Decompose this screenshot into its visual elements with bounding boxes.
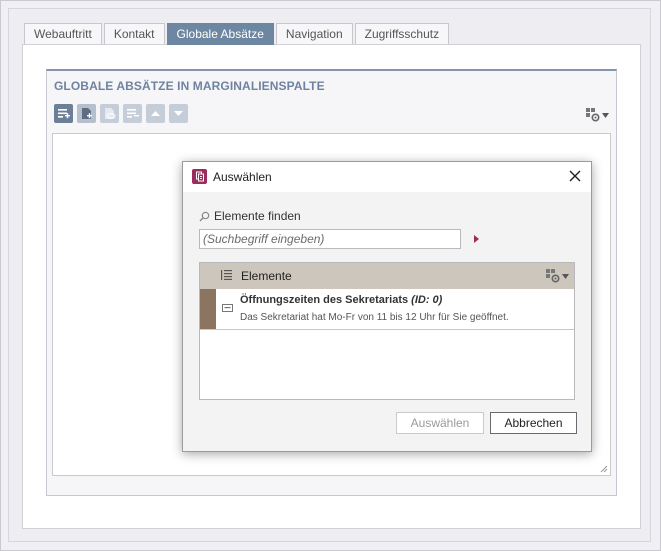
select-button[interactable]: Auswählen: [396, 412, 484, 434]
row-selection-marker: [200, 289, 216, 329]
section-toolbar: [54, 104, 188, 123]
paragraph-icon: [222, 304, 233, 312]
section-title: GLOBALE ABSÄTZE IN MARGINALIENSPALTE: [54, 79, 325, 93]
dialog-title: Auswählen: [213, 170, 272, 184]
find-elements-text: Elemente finden: [214, 209, 301, 223]
resize-grip-icon[interactable]: [600, 465, 608, 473]
elements-list: Elemente Öffnungszeiten des Sekretariats…: [199, 262, 575, 400]
move-down-icon[interactable]: [169, 104, 188, 123]
close-icon[interactable]: [567, 168, 583, 184]
tab-kontakt[interactable]: Kontakt: [103, 23, 165, 44]
new-document-icon[interactable]: [77, 104, 96, 123]
list-item-title: Öffnungszeiten des Sekretariats (ID: 0): [240, 294, 442, 306]
cancel-button[interactable]: Abbrechen: [490, 412, 577, 434]
tab-navigation[interactable]: Navigation: [275, 23, 353, 44]
move-up-icon[interactable]: [146, 104, 165, 123]
add-section-icon[interactable]: [54, 104, 73, 123]
settings-gear-icon[interactable]: [586, 108, 609, 122]
find-elements-label: Elemente finden: [199, 209, 301, 223]
tab-zugriffsschutz[interactable]: Zugriffsschutz: [354, 23, 450, 44]
elements-list-header: Elemente: [200, 263, 574, 289]
list-column-icon: [221, 270, 232, 280]
tab-webauftritt[interactable]: Webauftritt: [24, 23, 102, 44]
search-submit-arrow-icon[interactable]: [473, 234, 480, 244]
tab-bar: Webauftritt Kontakt Globale Absätze Navi…: [24, 23, 451, 45]
tab-globale-absaetze[interactable]: Globale Absätze: [166, 23, 274, 45]
list-item-id: (ID: 0): [411, 294, 443, 306]
dialog-document-icon: [192, 169, 207, 184]
chevron-down-icon: [602, 112, 609, 118]
list-item[interactable]: Öffnungszeiten des Sekretariats (ID: 0) …: [200, 289, 574, 330]
list-item-title-text: Öffnungszeiten des Sekretariats: [240, 294, 409, 306]
preview-icon[interactable]: [100, 104, 119, 123]
dialog-header: Auswählen: [183, 162, 591, 192]
search-icon: [199, 211, 210, 221]
elements-header-label: Elemente: [241, 269, 292, 283]
list-item-description: Das Sekretariat hat Mo-Fr von 11 bis 12 …: [240, 312, 509, 323]
search-input[interactable]: [199, 229, 461, 249]
chevron-down-icon: [562, 273, 569, 279]
select-dialog: Auswählen Elemente finden Elemente Öffnu…: [182, 161, 592, 452]
remove-icon[interactable]: [123, 104, 142, 123]
list-settings-gear-icon[interactable]: [546, 269, 569, 283]
